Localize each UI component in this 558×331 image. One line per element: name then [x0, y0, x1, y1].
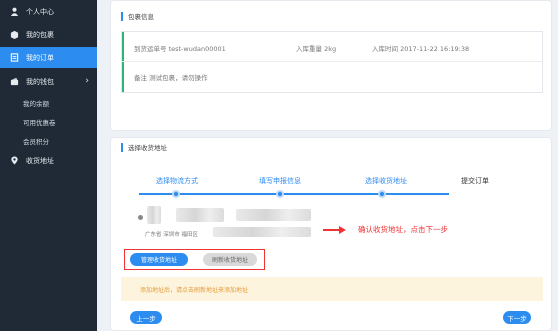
- package-detail-box: 到货运单号 test-wudan00001 入库重量 2kg 入库时间 2017…: [121, 31, 543, 93]
- title-accent-bar: [121, 142, 123, 152]
- step-submit-order: 提交订单: [461, 177, 489, 185]
- sidebar-item-personal-center[interactable]: 个人中心: [0, 1, 97, 22]
- remark-value: 测试包裹，请勿操作: [149, 74, 208, 82]
- package-icon: [9, 30, 19, 40]
- wallet-icon: [9, 77, 19, 87]
- step-dot: [378, 190, 386, 198]
- package-info-card: 包裹信息 到货运单号 test-wudan00001 入库重量 2kg 入库时间…: [110, 0, 552, 131]
- tracking-number: 到货运单号 test-wudan00001: [134, 43, 226, 53]
- time-value: 2017-11-22 16:19:38: [400, 45, 470, 53]
- location-icon: [9, 156, 19, 166]
- annotation-text: 确认收货地址，点击下一步: [358, 225, 448, 234]
- redacted-name: [176, 208, 224, 222]
- tracking-value: test-wudan00001: [168, 45, 226, 53]
- step-dot: [172, 190, 180, 198]
- sidebar-item-label: 我的订单: [26, 53, 54, 62]
- address-radio[interactable]: [138, 215, 143, 220]
- step-declaration-info[interactable]: 填写申报信息: [259, 176, 301, 186]
- manage-address-button[interactable]: 管理收货地址: [130, 253, 188, 266]
- time-label: 入库时间: [372, 45, 398, 53]
- next-button[interactable]: 下一步: [503, 311, 531, 324]
- refresh-address-button[interactable]: 刷新收货地址: [203, 253, 257, 266]
- weight-value: 2kg: [324, 45, 337, 53]
- sidebar-item-my-packages[interactable]: 我的包裹: [0, 24, 97, 45]
- sidebar-subitem-points[interactable]: 会员积分: [23, 136, 49, 146]
- prev-button[interactable]: 上一步: [130, 311, 162, 324]
- package-info-title: 包裹信息: [121, 11, 154, 21]
- main-content: 包裹信息 到货运单号 test-wudan00001 入库重量 2kg 入库时间…: [97, 0, 558, 331]
- step-select-address[interactable]: 选择收货地址: [365, 176, 407, 186]
- annotation-arrowhead: [339, 226, 346, 234]
- inbound-weight: 入库重量 2kg: [296, 43, 336, 53]
- address-section-title: 选择收货地址: [121, 142, 167, 152]
- divider: [122, 61, 542, 62]
- sidebar-item-shipping-address[interactable]: 收货地址: [0, 150, 97, 171]
- progress-line: [139, 193, 449, 195]
- notice-banner: 添加地址后，请点击刷新地址来添加地址: [121, 277, 543, 301]
- package-info-title-text: 包裹信息: [128, 13, 154, 21]
- redacted-street: [213, 227, 311, 237]
- redacted-phone: [236, 209, 311, 221]
- redacted-name: [147, 206, 161, 224]
- sidebar-subitem-coupons[interactable]: 可用优惠卷: [23, 117, 56, 127]
- sidebar: 个人中心 我的包裹 我的订单 我的钱包 › 我的余额 可用优惠卷 会员积分 收货…: [0, 0, 97, 331]
- address-selection-card: 选择收货地址 选择物流方式 填写申报信息 选择收货地址 提交订单 广东省 深圳市…: [110, 137, 552, 331]
- sidebar-item-label: 个人中心: [26, 7, 54, 16]
- title-accent-bar: [121, 11, 123, 21]
- chevron-right-icon: ›: [85, 76, 89, 86]
- remark-label: 备注: [134, 74, 147, 82]
- sidebar-item-label: 收货地址: [26, 156, 54, 165]
- order-icon: [9, 53, 19, 63]
- sidebar-item-label: 我的钱包: [26, 77, 54, 86]
- sidebar-item-label: 我的包裹: [26, 30, 54, 39]
- status-accent-bar: [122, 32, 124, 92]
- inbound-time: 入库时间 2017-11-22 16:19:38: [372, 43, 469, 53]
- address-section-title-text: 选择收货地址: [128, 144, 167, 152]
- sidebar-item-my-orders[interactable]: 我的订单: [0, 47, 97, 68]
- step-shipping-method[interactable]: 选择物流方式: [156, 176, 198, 186]
- remark: 备注 测试包裹，请勿操作: [134, 72, 208, 82]
- sidebar-item-my-wallet[interactable]: 我的钱包 ›: [0, 71, 97, 92]
- sidebar-subitem-balance[interactable]: 我的余额: [23, 98, 49, 108]
- user-icon: [9, 7, 19, 17]
- weight-label: 入库重量: [296, 45, 322, 53]
- tracking-label: 到货运单号: [134, 45, 167, 53]
- step-dot: [276, 190, 284, 198]
- address-region: 广东省 深圳市 福田区: [145, 232, 198, 238]
